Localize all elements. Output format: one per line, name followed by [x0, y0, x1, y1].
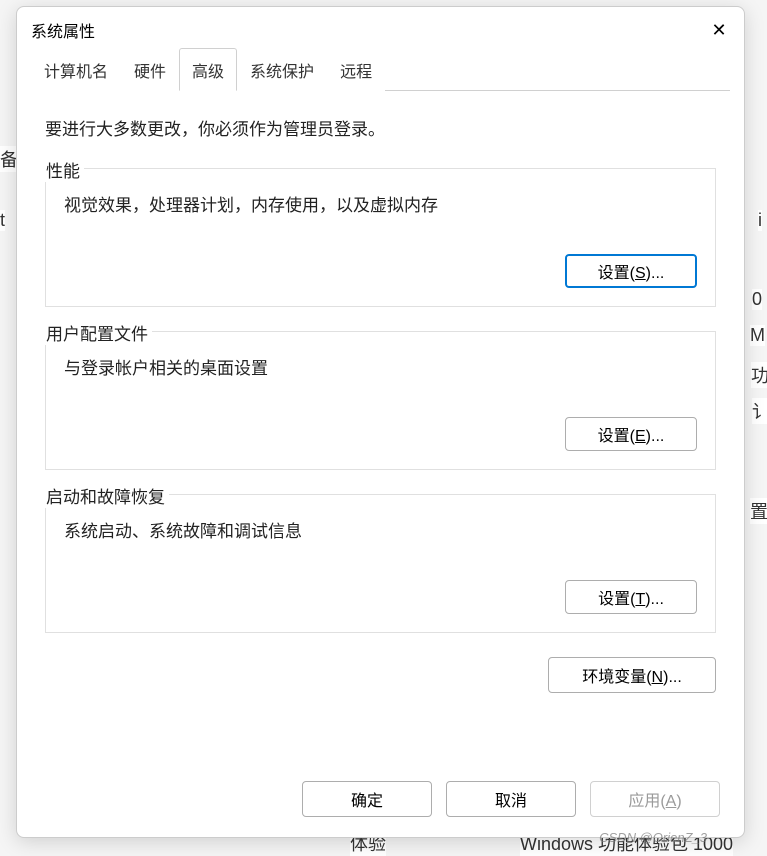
btn-suffix: )... — [646, 428, 665, 445]
btn-key: N — [652, 669, 664, 686]
bg-text: i — [758, 210, 762, 231]
btn-suffix: )... — [663, 669, 682, 686]
btn-prefix: 设置( — [598, 428, 635, 445]
btn-prefix: 应用( — [628, 793, 665, 810]
ok-button[interactable]: 确定 — [302, 781, 432, 817]
performance-settings-button[interactable]: 设置(S)... — [565, 254, 697, 288]
group-performance: 性能 视觉效果，处理器计划，内存使用，以及虚拟内存 设置(S)... — [45, 168, 716, 307]
btn-prefix: 设置( — [598, 265, 635, 282]
btn-key: A — [666, 793, 677, 810]
btn-prefix: 设置( — [598, 591, 635, 608]
dialog-footer: 确定 取消 应用(A) — [17, 761, 744, 837]
btn-suffix: )... — [645, 591, 664, 608]
user-profile-settings-button[interactable]: 设置(E)... — [565, 417, 697, 451]
tab-computer-name[interactable]: 计算机名 — [31, 48, 121, 91]
group-user-profile-actions: 设置(E)... — [64, 417, 697, 451]
group-startup-recovery: 启动和故障恢复 系统启动、系统故障和调试信息 设置(T)... — [45, 494, 716, 633]
group-user-profile-title: 用户配置文件 — [42, 320, 152, 345]
btn-key: E — [635, 428, 646, 445]
titlebar: 系统属性 ✕ — [17, 7, 744, 47]
env-row: 环境变量(N)... — [45, 657, 716, 693]
bg-text: t — [0, 210, 5, 231]
group-startup-title: 启动和故障恢复 — [42, 483, 169, 508]
btn-key: S — [635, 265, 646, 282]
btn-key: T — [635, 591, 645, 608]
bg-text: 讠 — [752, 398, 767, 424]
btn-prefix: 环境变量( — [582, 669, 651, 686]
bg-text: 0 — [752, 289, 762, 310]
group-performance-title: 性能 — [42, 157, 84, 182]
watermark: CSDN @OrienZ_3 — [599, 830, 707, 845]
btn-suffix: )... — [646, 265, 665, 282]
system-properties-dialog: 系统属性 ✕ 计算机名 硬件 高级 系统保护 远程 要进行大多数更改，你必须作为… — [16, 6, 745, 838]
admin-note: 要进行大多数更改，你必须作为管理员登录。 — [45, 115, 716, 140]
tab-advanced[interactable]: 高级 — [179, 48, 237, 91]
group-user-profile: 用户配置文件 与登录帐户相关的桌面设置 设置(E)... — [45, 331, 716, 470]
startup-settings-button[interactable]: 设置(T)... — [565, 580, 697, 614]
group-startup-desc: 系统启动、系统故障和调试信息 — [64, 517, 697, 542]
bg-text: 置 — [750, 498, 767, 524]
tab-hardware[interactable]: 硬件 — [121, 48, 179, 91]
close-icon: ✕ — [711, 21, 726, 39]
apply-button[interactable]: 应用(A) — [590, 781, 720, 817]
tab-remote[interactable]: 远程 — [327, 48, 385, 91]
group-performance-actions: 设置(S)... — [64, 254, 697, 288]
tab-content: 要进行大多数更改，你必须作为管理员登录。 性能 视觉效果，处理器计划，内存使用，… — [17, 91, 744, 761]
group-user-profile-desc: 与登录帐户相关的桌面设置 — [64, 354, 697, 379]
cancel-button[interactable]: 取消 — [446, 781, 576, 817]
group-startup-actions: 设置(T)... — [64, 580, 697, 614]
bg-text: M — [750, 325, 765, 346]
dialog-title: 系统属性 — [31, 18, 95, 42]
environment-variables-button[interactable]: 环境变量(N)... — [548, 657, 716, 693]
group-performance-desc: 视觉效果，处理器计划，内存使用，以及虚拟内存 — [64, 191, 697, 216]
tabs-container: 计算机名 硬件 高级 系统保护 远程 — [17, 47, 744, 91]
close-button[interactable]: ✕ — [704, 15, 734, 45]
tabs: 计算机名 硬件 高级 系统保护 远程 — [31, 47, 730, 91]
tab-system-protection[interactable]: 系统保护 — [237, 48, 327, 91]
bg-text: 功 — [751, 362, 767, 388]
btn-suffix: ) — [676, 793, 681, 810]
